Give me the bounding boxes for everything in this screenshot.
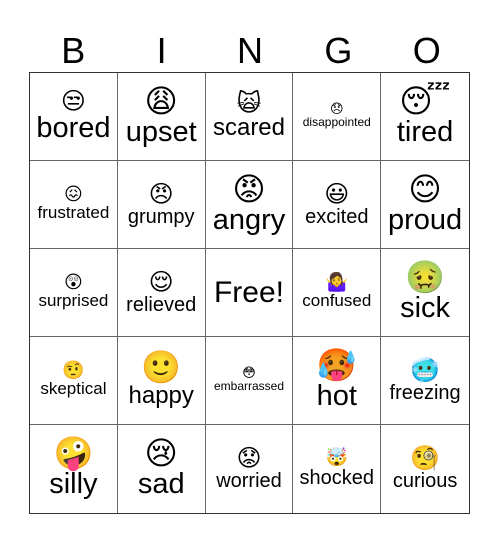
cell-label: sad <box>137 468 185 501</box>
bingo-cell-scared[interactable]: 🙀 scared <box>205 73 294 161</box>
bingo-cell-upset[interactable]: 😩 upset <box>117 73 206 161</box>
bingo-cell-relieved[interactable]: 😌 relieved <box>117 249 206 337</box>
weary-cat-icon: 🙀 <box>236 89 262 118</box>
bingo-cell-frustrated[interactable]: 😖 frustrated <box>30 161 118 249</box>
pouting-face-icon: 😡 <box>232 169 266 208</box>
cell-label: disappointed <box>302 115 371 130</box>
cell-label: happy <box>128 382 194 410</box>
bingo-cell-worried[interactable]: 😟 worried <box>206 425 294 513</box>
cell-label: angry <box>212 203 286 236</box>
free-space-cell[interactable]: Free! <box>205 249 294 337</box>
header-letter-b: B <box>61 30 86 71</box>
cell-label: hot <box>316 379 357 412</box>
cell-label: silly <box>49 468 98 501</box>
bingo-grid: 😒 bored 😩 upset 🙀 scared 😞 disappointed 😴 tired 😖 f… <box>29 72 470 514</box>
cell-label: relieved <box>126 293 197 316</box>
cell-label: surprised <box>38 291 109 311</box>
relieved-face-icon: 😌 <box>148 267 174 296</box>
bingo-cell-hot[interactable]: 🥵 hot <box>293 337 382 425</box>
bingo-cell-angry[interactable]: 😡 angry <box>205 161 294 249</box>
bingo-cell-excited[interactable]: 😃 excited <box>293 161 382 249</box>
bingo-cell-proud[interactable]: 😊 proud <box>381 161 469 249</box>
bingo-cell-sad[interactable]: 😢 sad <box>118 425 206 513</box>
worried-face-icon: 😟 <box>236 444 262 472</box>
cell-label: worried <box>216 470 282 492</box>
cell-label: shocked <box>299 467 375 489</box>
cell-label: proud <box>388 203 463 236</box>
weary-face-icon: 😩 <box>144 81 178 120</box>
bingo-cell-happy[interactable]: 🙂 happy <box>117 337 206 425</box>
monocle-face-icon: 🧐 <box>410 444 441 472</box>
shrugging-woman-icon: 🤷‍♀️ <box>325 272 348 294</box>
bingo-cell-sick[interactable]: 🤢 sick <box>381 249 469 337</box>
cell-label: frustrated <box>37 203 110 223</box>
unamused-face-icon: 😒 <box>60 86 86 115</box>
cell-label: bored <box>36 111 111 144</box>
astonished-face-icon: 😲 <box>64 272 83 294</box>
confounded-face-icon: 😖 <box>64 184 83 206</box>
header-letter-g: G <box>324 30 353 71</box>
bingo-cell-shocked[interactable]: 🤯 shocked <box>293 425 382 513</box>
cell-label: upset <box>125 115 197 148</box>
angry-face-icon: 😠 <box>148 179 174 208</box>
cell-label: excited <box>305 205 369 228</box>
bingo-cell-surprised[interactable]: 😲 surprised <box>30 249 118 337</box>
cell-label: scared <box>212 114 286 142</box>
raised-eyebrow-face-icon: 🤨 <box>62 360 85 382</box>
smiling-face-icon: 😊 <box>408 169 442 208</box>
bingo-cell-silly[interactable]: 🤪 silly <box>30 425 118 513</box>
cell-label: embarrassed <box>213 379 284 394</box>
bingo-cell-skeptical[interactable]: 🤨 skeptical <box>30 337 118 425</box>
bingo-cell-tired[interactable]: 😴 tired <box>381 73 469 161</box>
bingo-header: B I N G O <box>29 30 471 72</box>
header-letter-i: I <box>156 30 167 71</box>
cold-face-icon: 🥶 <box>410 355 441 384</box>
cell-label: grumpy <box>127 205 195 228</box>
bingo-cell-confused[interactable]: 🤷‍♀️ confused <box>293 249 382 337</box>
bingo-cell-freezing[interactable]: 🥶 freezing <box>381 337 469 425</box>
bingo-cell-bored[interactable]: 😒 bored <box>30 73 118 161</box>
slightly-smiling-face-icon: 🙂 <box>141 348 182 387</box>
bingo-cell-embarrassed[interactable]: 😳 embarrassed <box>205 337 294 425</box>
bingo-cell-curious[interactable]: 🧐 curious <box>381 425 469 513</box>
cell-label: sick <box>400 291 451 324</box>
grinning-face-icon: 😃 <box>324 179 350 208</box>
cell-label: freezing <box>389 381 461 404</box>
crying-face-icon: 😢 <box>144 434 178 473</box>
cell-label: tired <box>396 115 454 148</box>
bingo-cell-grumpy[interactable]: 😠 grumpy <box>117 161 206 249</box>
cell-label: skeptical <box>40 379 107 399</box>
cell-label: confused <box>302 291 372 311</box>
bingo-cell-disappointed[interactable]: 😞 disappointed <box>293 73 382 161</box>
sleeping-face-icon: 😴 <box>399 81 451 120</box>
exploding-head-icon: 🤯 <box>325 447 348 468</box>
zany-face-icon: 🤪 <box>53 434 94 473</box>
cell-label: Free! <box>213 276 284 309</box>
cell-label: curious <box>392 470 458 492</box>
header-letter-o: O <box>412 30 441 71</box>
header-letter-n: N <box>236 30 263 71</box>
hot-face-icon: 🥵 <box>316 345 357 384</box>
nauseated-face-icon: 🤢 <box>405 257 446 296</box>
